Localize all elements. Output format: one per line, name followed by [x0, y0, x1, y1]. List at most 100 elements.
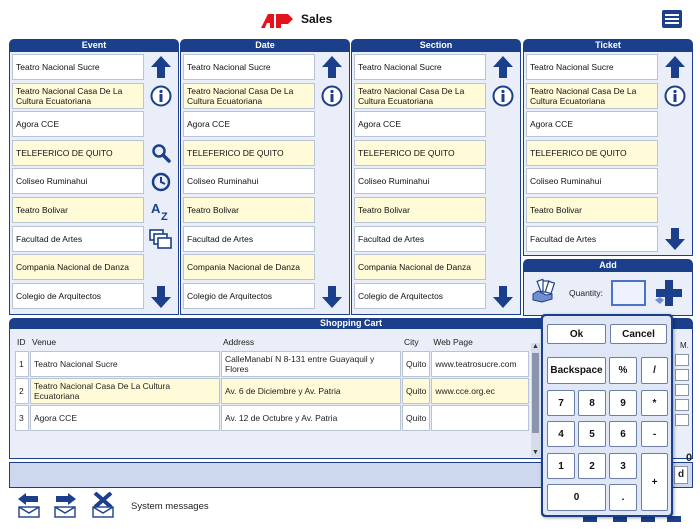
ticket-list-item[interactable]: Coliseo Ruminahui — [526, 168, 658, 195]
cart-cell-id: 1 — [15, 351, 29, 377]
section-list-item[interactable]: Colegio de Arquitectos — [354, 282, 486, 309]
event-list-item[interactable]: Facultad de Artes — [12, 225, 144, 252]
section-list-item[interactable]: Teatro Nacional Sucre — [354, 54, 486, 80]
digit-7-key[interactable]: 7 — [547, 390, 575, 416]
cart-header-fragment: M. — [680, 341, 689, 350]
digit-1-key[interactable]: 1 — [547, 453, 575, 479]
date-list-item[interactable]: Facultad de Artes — [183, 225, 315, 252]
section-panel: Section Teatro Nacional Sucre Teatro Nac… — [351, 39, 521, 315]
digit-6-key[interactable]: 6 — [609, 421, 637, 447]
section-list-item[interactable]: Agora CCE — [354, 111, 486, 138]
menu-list-icon[interactable] — [660, 8, 684, 30]
date-list-item[interactable]: TELEFERICO DE QUITO — [183, 139, 315, 166]
multiple-windows-icon[interactable] — [148, 226, 174, 252]
cart-right-cell[interactable] — [675, 369, 689, 381]
section-list-item[interactable]: Teatro Nacional Casa De La Cultura Ecuat… — [354, 82, 486, 109]
date-list-item[interactable]: Coliseo Ruminahui — [183, 168, 315, 195]
event-list-item[interactable]: Teatro Bolivar — [12, 196, 144, 223]
divide-key[interactable]: / — [641, 357, 668, 384]
mail-forward-icon[interactable] — [53, 492, 77, 518]
date-list-item[interactable]: Agora CCE — [183, 111, 315, 138]
cancel-button[interactable]: Cancel — [610, 324, 667, 344]
cart-right-cell[interactable] — [675, 354, 689, 366]
date-list-item[interactable]: Teatro Nacional Sucre — [183, 54, 315, 80]
scroll-down-arrow-icon[interactable] — [319, 284, 345, 310]
message-bar-button[interactable]: d — [674, 466, 688, 484]
cart-right-cell[interactable] — [675, 399, 689, 411]
hand-tickets-icon[interactable] — [530, 278, 556, 304]
mail-delete-icon[interactable] — [91, 492, 115, 518]
section-list-item[interactable]: Teatro Bolivar — [354, 196, 486, 223]
cart-right-cell[interactable] — [675, 384, 689, 396]
ticket-list-item[interactable]: Agora CCE — [526, 111, 658, 138]
scroll-down-arrow-icon[interactable] — [148, 284, 174, 310]
plus-key[interactable]: + — [641, 453, 668, 511]
ticket-list-item[interactable]: Facultad de Artes — [526, 225, 658, 252]
cart-col-webpage: Web Page — [431, 334, 529, 350]
date-list-item[interactable]: Colegio de Arquitectos — [183, 282, 315, 309]
info-icon[interactable] — [148, 83, 174, 109]
info-icon[interactable] — [490, 83, 516, 109]
scroll-up-arrow-icon[interactable] — [490, 54, 516, 80]
event-list-item[interactable]: TELEFERICO DE QUITO — [12, 139, 144, 166]
date-list-item[interactable]: Compania Nacional de Danza — [183, 254, 315, 281]
table-row[interactable]: 2 Teatro Nacional Casa De La Cultura Ecu… — [15, 378, 529, 404]
decimal-point-key[interactable]: . — [609, 484, 637, 511]
cart-cell-city: Quito — [402, 378, 431, 404]
event-list-item[interactable]: Teatro Nacional Sucre — [12, 54, 144, 80]
digit-9-key[interactable]: 9 — [609, 390, 637, 416]
multiply-key[interactable]: * — [641, 390, 668, 416]
event-list-item[interactable]: Compania Nacional de Danza — [12, 254, 144, 281]
digit-0-key[interactable]: 0 — [547, 484, 606, 511]
event-list-item[interactable]: Colegio de Arquitectos — [12, 282, 144, 309]
event-list-item[interactable]: Teatro Nacional Casa De La Cultura Ecuat… — [12, 82, 144, 109]
scroll-up-arrow-icon[interactable] — [662, 54, 688, 80]
section-list-item[interactable]: Compania Nacional de Danza — [354, 254, 486, 281]
ticket-list-item[interactable]: Teatro Nacional Sucre — [526, 54, 658, 80]
sort-az-icon[interactable]: AZ — [148, 198, 174, 224]
cart-cell-id: 2 — [15, 378, 29, 404]
table-row[interactable]: 3 Agora CCE Av. 12 de Octubre y Av. Patr… — [15, 405, 529, 431]
percent-key[interactable]: % — [609, 357, 637, 384]
digit-2-key[interactable]: 2 — [578, 453, 606, 479]
event-list-item[interactable]: Agora CCE — [12, 111, 144, 138]
digit-4-key[interactable]: 4 — [547, 421, 575, 447]
date-list: Teatro Nacional Sucre Teatro Nacional Ca… — [183, 54, 315, 311]
event-list-item[interactable]: Coliseo Ruminahui — [12, 168, 144, 195]
scroll-up-arrow-icon[interactable] — [319, 54, 345, 80]
ticket-list-item[interactable]: TELEFERICO DE QUITO — [526, 139, 658, 166]
ticket-list-item[interactable]: Teatro Nacional Casa De La Cultura Ecuat… — [526, 82, 658, 109]
date-list-item[interactable]: Teatro Bolivar — [183, 196, 315, 223]
quantity-input[interactable] — [611, 280, 646, 306]
digit-3-key[interactable]: 3 — [609, 453, 637, 479]
ticket-list-item[interactable]: Teatro Bolivar — [526, 196, 658, 223]
scroll-down-arrow-icon[interactable] — [662, 226, 688, 252]
section-list-item[interactable]: Coliseo Ruminahui — [354, 168, 486, 195]
cart-right-cell[interactable] — [675, 414, 689, 426]
digit-5-key[interactable]: 5 — [578, 421, 606, 447]
ticket-panel-title: Ticket — [595, 40, 621, 50]
scroll-up-small-icon[interactable]: ▲ — [531, 343, 540, 351]
add-to-cart-plus-icon[interactable] — [654, 278, 684, 308]
section-panel-title: Section — [419, 40, 453, 50]
table-row[interactable]: 1 Teatro Nacional Sucre CalleManabí N 8-… — [15, 351, 529, 377]
info-icon[interactable] — [662, 83, 688, 109]
scrollbar-thumb[interactable] — [532, 353, 539, 433]
scroll-up-arrow-icon[interactable] — [148, 54, 174, 80]
date-panel-title: Date — [255, 40, 275, 50]
history-clock-icon[interactable] — [148, 169, 174, 195]
cart-scrollbar[interactable]: ▲ ▼ — [531, 343, 540, 457]
info-icon[interactable] — [319, 83, 345, 109]
section-list-item[interactable]: Facultad de Artes — [354, 225, 486, 252]
date-list-item[interactable]: Teatro Nacional Casa De La Cultura Ecuat… — [183, 82, 315, 109]
section-list-item[interactable]: TELEFERICO DE QUITO — [354, 139, 486, 166]
minus-key[interactable]: - — [641, 421, 668, 447]
scroll-down-small-icon[interactable]: ▼ — [531, 449, 540, 457]
digit-8-key[interactable]: 8 — [578, 390, 606, 416]
search-icon[interactable] — [148, 140, 174, 166]
ok-button[interactable]: Ok — [547, 324, 606, 344]
svg-text:A: A — [151, 201, 161, 216]
mail-back-icon[interactable] — [17, 492, 41, 518]
backspace-key[interactable]: Backspace — [547, 357, 606, 384]
scroll-down-arrow-icon[interactable] — [490, 284, 516, 310]
